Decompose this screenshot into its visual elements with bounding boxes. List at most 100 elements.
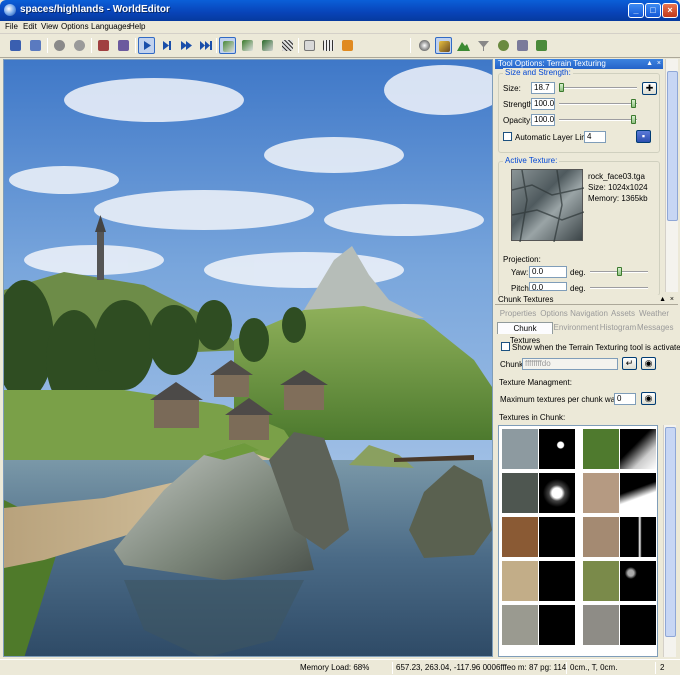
status-count: 2 bbox=[660, 663, 665, 672]
texture-mask bbox=[539, 517, 575, 557]
texture-mask bbox=[620, 561, 656, 601]
yaw-field[interactable]: 0.0 bbox=[529, 266, 567, 278]
close-icon[interactable]: × bbox=[657, 59, 661, 69]
brush-icon[interactable] bbox=[435, 37, 452, 54]
auto-layer-field[interactable]: 4 bbox=[584, 131, 606, 143]
redo-icon[interactable] bbox=[71, 37, 88, 54]
texture-swatch[interactable] bbox=[583, 429, 619, 469]
main-toolbar bbox=[0, 34, 680, 58]
print-icon[interactable] bbox=[95, 37, 112, 54]
save-all-icon[interactable] bbox=[27, 37, 44, 54]
tab-assets[interactable]: Assets bbox=[609, 308, 637, 320]
mountain-icon[interactable] bbox=[455, 37, 472, 54]
walker-icon[interactable] bbox=[115, 37, 132, 54]
textures-list-scrollbar[interactable] bbox=[663, 425, 676, 657]
tab-weather[interactable]: Weather bbox=[637, 308, 671, 320]
texture-swatch[interactable] bbox=[583, 517, 619, 557]
scene-viewport[interactable] bbox=[3, 59, 493, 657]
pitch-field[interactable]: 0.0 bbox=[529, 282, 567, 292]
tab-environment[interactable]: Environment bbox=[553, 322, 599, 334]
menu-languages[interactable]: Languages bbox=[91, 22, 131, 31]
tab-properties[interactable]: Properties bbox=[497, 308, 539, 320]
tab-chunk-textures[interactable]: Chunk Textures bbox=[497, 322, 553, 345]
globe-icon[interactable] bbox=[416, 37, 433, 54]
terrain-height-tool-icon[interactable] bbox=[239, 37, 256, 54]
menu-file[interactable]: File bbox=[5, 22, 18, 31]
tool-options-scrollbar[interactable] bbox=[665, 59, 678, 292]
texture-swatch[interactable] bbox=[502, 605, 538, 645]
yaw-slider-thumb[interactable] bbox=[617, 267, 622, 276]
eye-icon[interactable]: ◉ bbox=[641, 357, 656, 370]
tab-options[interactable]: Options bbox=[539, 308, 569, 320]
tab-histogram[interactable]: Histogram bbox=[599, 322, 637, 334]
opacity-slider[interactable] bbox=[559, 115, 637, 124]
yaw-slider[interactable] bbox=[590, 267, 648, 276]
goto-chunk-icon[interactable]: ↵ bbox=[622, 357, 637, 370]
menu-help[interactable]: Help bbox=[129, 22, 145, 31]
save-icon[interactable] bbox=[7, 37, 24, 54]
close-button[interactable]: × bbox=[662, 3, 678, 18]
max-textures-field[interactable]: 0 bbox=[614, 393, 636, 405]
textures-in-chunk-list[interactable] bbox=[498, 425, 658, 657]
strength-slider[interactable] bbox=[559, 99, 637, 108]
opacity-field[interactable]: 100.0 bbox=[531, 114, 555, 126]
terrain-filter-tool-icon[interactable] bbox=[259, 37, 276, 54]
size-field[interactable]: 18.7 bbox=[531, 82, 555, 94]
chunk-export-icon[interactable] bbox=[301, 37, 318, 54]
opacity-slider-thumb[interactable] bbox=[631, 115, 636, 124]
projection-label: Projection: bbox=[503, 255, 541, 264]
terrain-mesh-tool-icon[interactable] bbox=[279, 37, 296, 54]
pin-icon[interactable]: ▲ bbox=[659, 295, 666, 305]
terrain-texture-tool-icon[interactable] bbox=[219, 37, 236, 54]
pin-icon[interactable]: ▲ bbox=[646, 59, 653, 69]
scissors-icon[interactable] bbox=[495, 37, 512, 54]
funnel-icon[interactable] bbox=[475, 37, 492, 54]
save-icon[interactable]: ▪ bbox=[636, 130, 651, 143]
fast-forward-icon[interactable] bbox=[178, 37, 195, 54]
app-icon bbox=[4, 4, 16, 16]
size-strength-label: Size and Strength: bbox=[503, 68, 573, 77]
texture-swatch[interactable] bbox=[502, 517, 538, 557]
step-icon[interactable] bbox=[158, 37, 175, 54]
show-when-checkbox[interactable] bbox=[501, 342, 510, 351]
texture-swatch[interactable] bbox=[583, 561, 619, 601]
maximize-button[interactable]: □ bbox=[645, 3, 661, 18]
texture-swatch[interactable] bbox=[583, 605, 619, 645]
active-texture-label: Active Texture: bbox=[503, 156, 560, 165]
strength-field[interactable]: 100.0 bbox=[531, 98, 555, 110]
home-icon[interactable] bbox=[339, 37, 356, 54]
status-bar: Memory Load: 68% 657.23, 263.04, -117.96… bbox=[0, 659, 680, 675]
minimize-button[interactable]: _ bbox=[628, 3, 644, 18]
menu-options[interactable]: Options bbox=[61, 22, 89, 31]
menu-edit[interactable]: Edit bbox=[23, 22, 37, 31]
group-icon[interactable] bbox=[514, 37, 531, 54]
strength-slider-thumb[interactable] bbox=[631, 99, 636, 108]
tab-navigation[interactable]: Navigation bbox=[569, 308, 609, 320]
yaw-label: Yaw: bbox=[511, 268, 529, 277]
eye-icon[interactable]: ◉ bbox=[641, 392, 656, 405]
texture-swatch[interactable] bbox=[502, 473, 538, 513]
yaw-unit: deg. bbox=[570, 268, 586, 277]
texture-size: Size: 1024x1024 bbox=[588, 183, 648, 192]
fast-forward-end-icon[interactable] bbox=[198, 37, 215, 54]
texture-swatch[interactable] bbox=[502, 429, 538, 469]
auto-layer-checkbox[interactable] bbox=[503, 132, 512, 141]
chunk-grid-icon[interactable] bbox=[320, 37, 337, 54]
close-icon[interactable]: × bbox=[670, 295, 674, 305]
texture-management-label: Texture Managment: bbox=[499, 378, 572, 387]
texture-mask bbox=[539, 605, 575, 645]
chunk-field[interactable]: ffffffffdo bbox=[522, 358, 618, 370]
tab-messages[interactable]: Messages bbox=[637, 322, 673, 334]
menu-view[interactable]: View bbox=[41, 22, 58, 31]
size-slider-thumb[interactable] bbox=[559, 83, 564, 92]
size-slider[interactable] bbox=[559, 83, 637, 92]
chunk-tree-icon[interactable] bbox=[533, 37, 550, 54]
pitch-slider[interactable] bbox=[590, 287, 648, 289]
undo-icon[interactable] bbox=[51, 37, 68, 54]
texture-swatch[interactable] bbox=[502, 561, 538, 601]
plus-icon[interactable]: ✚ bbox=[642, 82, 657, 95]
texture-swatch[interactable] bbox=[583, 473, 619, 513]
active-texture-preview[interactable] bbox=[511, 169, 585, 243]
pitch-unit: deg. bbox=[570, 284, 586, 293]
play-icon[interactable] bbox=[138, 37, 155, 54]
